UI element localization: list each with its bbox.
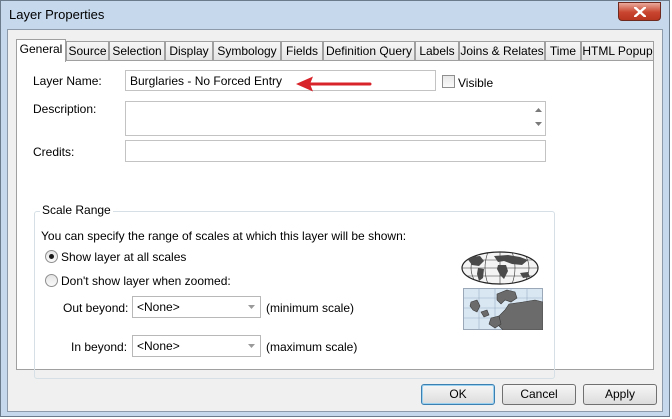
out-beyond-hint: (minimum scale) (266, 301, 355, 315)
title-bar[interactable]: Layer Properties (1, 1, 669, 29)
out-beyond-select[interactable]: <None> (132, 296, 261, 318)
credits-input[interactable] (125, 140, 546, 162)
dialog-client-area: General Source Selection Display Symbolo… (7, 29, 663, 412)
tab-source[interactable]: Source (66, 41, 109, 60)
description-textarea[interactable] (125, 101, 546, 136)
ok-button[interactable]: OK (421, 384, 495, 405)
visible-checkbox[interactable] (442, 75, 455, 88)
europe-map-icon (463, 288, 543, 330)
show-all-scales-radio[interactable] (45, 250, 58, 263)
in-beyond-select[interactable]: <None> (132, 335, 261, 357)
apply-button[interactable]: Apply (583, 384, 657, 405)
general-tab-panel: Layer Name: Burglaries - No Forced Entry… (16, 60, 654, 379)
scroll-up-icon[interactable] (535, 108, 542, 112)
in-beyond-value: <None> (137, 339, 180, 353)
layer-name-input[interactable]: Burglaries - No Forced Entry (125, 70, 436, 91)
dont-show-zoomed-radio[interactable] (45, 274, 58, 287)
chevron-down-icon (248, 305, 255, 309)
scale-range-title: Scale Range (40, 203, 113, 217)
tab-definition-query[interactable]: Definition Query (323, 41, 415, 60)
window-title: Layer Properties (9, 7, 105, 22)
layer-name-value: Burglaries - No Forced Entry (130, 74, 283, 88)
tab-time[interactable]: Time (545, 41, 581, 60)
dont-show-zoomed-label[interactable]: Don't show layer when zoomed: (61, 274, 231, 288)
tab-symbology[interactable]: Symbology (213, 41, 281, 60)
visible-label: Visible (458, 76, 494, 90)
scale-range-intro: You can specify the range of scales at w… (41, 229, 407, 243)
world-globe-icon (461, 251, 539, 285)
close-button[interactable] (618, 2, 661, 21)
description-label: Description: (33, 102, 97, 116)
tab-html-popup[interactable]: HTML Popup (581, 41, 654, 60)
tab-fields[interactable]: Fields (281, 41, 323, 60)
out-beyond-label: Out beyond: (63, 301, 129, 315)
out-beyond-dropdown[interactable] (243, 297, 260, 317)
tab-selection[interactable]: Selection (109, 41, 165, 60)
layer-properties-dialog: Layer Properties General Source Selectio… (0, 0, 670, 417)
description-scrollbar[interactable] (531, 102, 545, 135)
in-beyond-hint: (maximum scale) (266, 340, 358, 354)
scroll-down-icon[interactable] (535, 122, 542, 126)
tab-labels[interactable]: Labels (415, 41, 459, 60)
tab-general[interactable]: General (16, 39, 66, 62)
credits-label: Credits: (33, 145, 75, 159)
layer-name-label: Layer Name: (33, 74, 102, 88)
chevron-down-icon (248, 344, 255, 348)
cancel-button[interactable]: Cancel (502, 384, 576, 405)
tab-display[interactable]: Display (165, 41, 213, 60)
in-beyond-label: In beyond: (71, 340, 128, 354)
red-annotation-arrow (296, 76, 372, 92)
out-beyond-value: <None> (137, 300, 180, 314)
tab-joins-relates[interactable]: Joins & Relates (459, 41, 545, 60)
in-beyond-dropdown[interactable] (243, 336, 260, 356)
close-icon (634, 7, 646, 17)
show-all-scales-label[interactable]: Show layer at all scales (61, 250, 186, 264)
radio-selected-dot (49, 254, 54, 259)
